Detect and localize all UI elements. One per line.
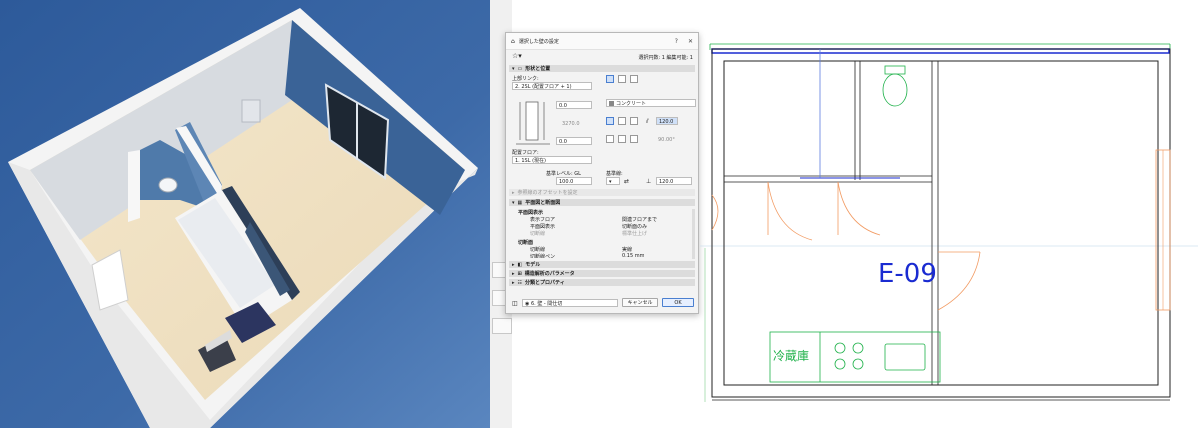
wall-type-trapezoid-icon[interactable] bbox=[618, 75, 626, 83]
layer-select[interactable]: ◉ 6. 壁 - 間仕切 bbox=[522, 299, 618, 307]
thickness-field[interactable]: 120.0 bbox=[656, 117, 678, 125]
chevron-right-icon: ▸ bbox=[512, 270, 515, 277]
section-model[interactable]: ▸ ◧ モデル bbox=[509, 261, 695, 268]
section-structural-label: 構造解析のパラメータ bbox=[524, 271, 575, 277]
cut-row-label: 切断線 bbox=[530, 247, 546, 253]
wall-profile-icon bbox=[516, 101, 550, 145]
shape-icon: ▭ bbox=[517, 65, 523, 72]
section-classification[interactable]: ▸ ☷ 分類とプロパティ bbox=[509, 279, 695, 286]
chevron-down-icon: ▾ bbox=[512, 65, 515, 72]
layer-value: 6. 壁 - 間仕切 bbox=[530, 301, 563, 307]
cancel-button[interactable]: キャンセル bbox=[622, 298, 658, 307]
slant-single-icon[interactable] bbox=[618, 135, 626, 143]
slant-double-icon[interactable] bbox=[630, 135, 638, 143]
angle-value: 90.00° bbox=[658, 137, 675, 143]
scrollbar[interactable] bbox=[692, 209, 695, 259]
3d-view[interactable] bbox=[0, 0, 490, 428]
wall-type-straight-icon[interactable] bbox=[606, 75, 614, 83]
structural-icon: ⊞ bbox=[517, 270, 522, 277]
fridge-label: 冷蔵庫 bbox=[773, 349, 809, 363]
ref-line-offset-icon: ⊥ bbox=[646, 178, 652, 185]
chevron-right-icon: ▸ bbox=[512, 189, 515, 196]
ok-button[interactable]: OK bbox=[662, 298, 694, 307]
help-button[interactable]: ? bbox=[675, 38, 678, 45]
slant-straight-icon[interactable] bbox=[606, 135, 614, 143]
section-offset-label: 参照線のオフセットを設定 bbox=[517, 190, 578, 196]
wall-geometry-straight-icon[interactable] bbox=[606, 117, 614, 125]
section-structural[interactable]: ▸ ⊞ 構造解析のパラメータ bbox=[509, 270, 695, 277]
ref-level-field[interactable]: 100.0 bbox=[556, 177, 592, 185]
plan-row-value[interactable]: 標準仕上げ bbox=[622, 230, 647, 237]
bottom-offset-field[interactable]: 0.0 bbox=[556, 137, 592, 145]
plan-row-label: 切断線 bbox=[530, 231, 546, 237]
outer-wall bbox=[711, 48, 1171, 398]
chevron-right-icon: ▸ bbox=[512, 279, 515, 286]
ref-line-field[interactable]: 120.0 bbox=[656, 177, 692, 185]
toilet-bowl bbox=[882, 73, 908, 107]
plan-display-heading: 平面図表示 bbox=[518, 210, 544, 216]
cut-row-label: 切断線ペン bbox=[530, 254, 556, 258]
room-label: E-09 bbox=[878, 259, 937, 289]
ref-line-label: 基準線: bbox=[606, 171, 623, 177]
cut-heading: 切断面 bbox=[518, 240, 534, 246]
vent bbox=[241, 99, 261, 123]
section-plan-label: 平面図と断面図 bbox=[525, 200, 561, 206]
height-value: 3270.0 bbox=[562, 121, 580, 127]
selected-wall bbox=[711, 48, 1170, 54]
section-offset[interactable]: ▸ 参照線のオフセットを設定 bbox=[509, 189, 695, 196]
section-model-label: モデル bbox=[525, 262, 541, 268]
sink bbox=[884, 343, 926, 371]
wall-settings-dialog: ⌂ 選択した壁の設定 ? ✕ ☆▾ 選択円数: 1 編集可能: 1 ▾ ▭ 形状… bbox=[505, 32, 699, 314]
chevron-right-icon: ▸ bbox=[512, 261, 515, 268]
dialog-title: 選択した壁の設定 bbox=[518, 38, 559, 45]
plan-row-value[interactable]: 切断面のみ bbox=[622, 223, 647, 230]
wall-geometry-curved-icon[interactable] bbox=[618, 117, 626, 125]
3d-scene bbox=[0, 0, 490, 428]
material-value: コンクリート bbox=[616, 101, 647, 107]
plan-row-label: 表示フロア bbox=[530, 217, 556, 223]
floor-plan-view[interactable]: 冷蔵庫 E-09 bbox=[700, 30, 1198, 410]
section-shape[interactable]: ▾ ▭ 形状と位置 bbox=[509, 65, 695, 72]
wall-type-slanted-icon[interactable] bbox=[630, 75, 638, 83]
classification-icon: ☷ bbox=[517, 279, 522, 286]
plan-row-value[interactable]: 関連フロアまで bbox=[622, 216, 657, 223]
selection-info: 選択円数: 1 編集可能: 1 bbox=[638, 55, 693, 61]
section-plan[interactable]: ▾ ▦ 平面図と断面図 bbox=[509, 199, 695, 206]
flip-icon[interactable]: ⇄ bbox=[624, 178, 629, 185]
toilet-tank bbox=[884, 65, 906, 75]
floor-plan: 冷蔵庫 E-09 bbox=[700, 43, 1198, 402]
chevron-down-icon: ▾ bbox=[512, 199, 515, 206]
toilet bbox=[158, 177, 178, 193]
ref-level-label: 基準レベル: GL bbox=[546, 171, 581, 177]
material-swatch-icon bbox=[609, 101, 614, 106]
stove-burner bbox=[834, 342, 846, 354]
home-floor-label: 配置フロア: bbox=[512, 150, 539, 156]
model-icon: ◧ bbox=[517, 261, 523, 268]
top-offset-field[interactable]: 0.0 bbox=[556, 101, 592, 109]
section-shape-label: 形状と位置 bbox=[525, 66, 551, 72]
home-floor-select[interactable]: 1. 1SL (現在) bbox=[512, 156, 592, 164]
wall-icon: ⌂ bbox=[511, 37, 515, 45]
cut-row-value[interactable]: 0.15 mm bbox=[622, 253, 644, 258]
layer-icon: ◫ bbox=[512, 300, 518, 307]
plan-row-label: 平面図表示 bbox=[530, 224, 556, 230]
section-classification-label: 分類とプロパティ bbox=[525, 280, 565, 286]
ref-line-position-select[interactable]: ▾ bbox=[606, 177, 620, 185]
cut-row-value[interactable]: 実線 bbox=[622, 246, 632, 253]
top-link-select[interactable]: 2. 2SL (配置フロア + 1) bbox=[512, 82, 592, 90]
material-select[interactable]: コンクリート bbox=[606, 99, 696, 107]
door-arc bbox=[767, 181, 813, 241]
top-link-label: 上部リンク: bbox=[512, 76, 539, 82]
wall-geometry-poly-icon[interactable] bbox=[630, 117, 638, 125]
thickness-icon: ⫽ bbox=[646, 118, 649, 125]
close-button[interactable]: ✕ bbox=[688, 38, 693, 45]
favorites-icon[interactable]: ☆▾ bbox=[512, 52, 522, 60]
dialog-titlebar: ⌂ 選択した壁の設定 ? ✕ bbox=[506, 33, 698, 50]
plan-section-icon: ▦ bbox=[517, 199, 523, 206]
